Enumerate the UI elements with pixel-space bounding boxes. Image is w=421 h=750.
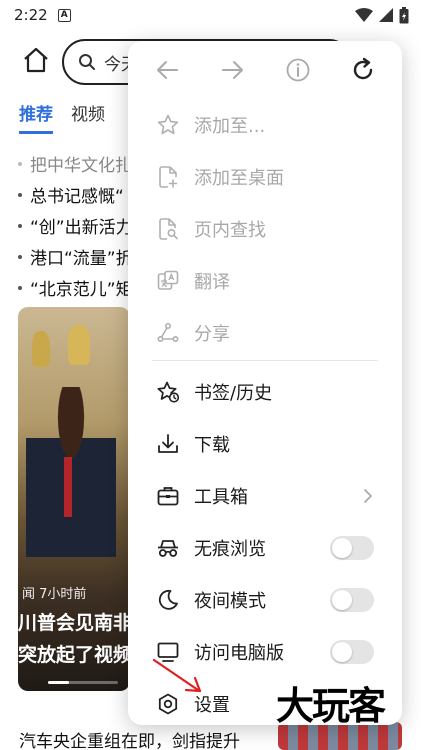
bullet-dot <box>18 285 22 290</box>
app-notification-icon: A <box>57 8 71 22</box>
menu-nav-bar <box>128 41 402 101</box>
menu-item-label: 夜间模式 <box>194 591 266 612</box>
bullet-dot <box>18 161 22 166</box>
toggle-knob <box>332 590 352 610</box>
arrow-left-icon[interactable] <box>155 57 181 83</box>
browser-menu: 添加至... 添加至桌面 页内查找 翻译 分享 书签/历史 下载 工具箱 无痕浏… <box>128 41 402 725</box>
feature-news-card[interactable]: 闻 7小时前 川普会见南非 突放起了视频 <box>18 307 130 691</box>
menu-item-label: 添加至桌面 <box>194 168 284 189</box>
news-item[interactable]: 港口“流量”折 <box>18 241 138 272</box>
menu-item-label: 下载 <box>194 435 230 456</box>
info-icon[interactable] <box>285 57 311 83</box>
toggle-knob <box>332 642 352 662</box>
menu-item-label: 分享 <box>194 324 230 345</box>
news-list: 把中华文化扎 总书记感慨“ “创”出新活力 港口“流量”折 “北京范儿”矩 <box>18 148 138 303</box>
menu-item-label: 添加至... <box>194 116 266 137</box>
news-item[interactable]: “创”出新活力 <box>18 210 138 241</box>
arrow-right-icon[interactable] <box>219 57 245 83</box>
menu-divider <box>152 360 378 361</box>
menu-item-find-in-page[interactable]: 页内查找 <box>128 203 402 255</box>
news-item-text: 港口“流量”折 <box>30 249 133 269</box>
wifi-icon <box>355 8 373 22</box>
add-to-desktop-icon <box>159 166 178 188</box>
menu-item-label: 翻译 <box>194 272 230 293</box>
news-item[interactable]: “北京范儿”矩 <box>18 272 138 303</box>
status-icons <box>355 6 409 24</box>
bullet-dot <box>18 192 22 197</box>
bullet-dot <box>18 254 22 259</box>
card-progress-fill <box>48 681 69 684</box>
card-image-detail <box>64 457 72 517</box>
translate-icon <box>157 270 179 290</box>
card-meta: 闻 7小时前 <box>22 587 87 602</box>
menu-item-incognito[interactable]: 无痕浏览 <box>128 522 402 574</box>
incognito-toggle[interactable] <box>330 536 374 560</box>
star-outline-icon <box>157 114 179 135</box>
tab-recommended[interactable]: 推荐 <box>19 100 53 134</box>
watermark-logo: 大玩客 <box>276 684 386 728</box>
feed-tabs: 推荐 视频 <box>19 100 105 134</box>
menu-item-add-to[interactable]: 添加至... <box>128 99 402 151</box>
news-item-text: “创”出新活力 <box>30 218 133 238</box>
menu-item-night-mode[interactable]: 夜间模式 <box>128 574 402 626</box>
home-icon[interactable] <box>22 46 50 74</box>
card-title: 川普会见南非 突放起了视频 <box>18 607 130 671</box>
news-item[interactable]: 总书记感慨“ <box>18 179 138 210</box>
card-title-line: 突放起了视频 <box>18 644 130 666</box>
night-mode-toggle[interactable] <box>330 588 374 612</box>
news-item[interactable]: 把中华文化扎 <box>18 148 138 179</box>
bottom-news-text[interactable]: 汽车央企重组在即，剑指提升 <box>19 727 240 750</box>
incognito-icon <box>158 540 178 557</box>
menu-item-label: 无痕浏览 <box>194 539 266 560</box>
chevron-right-icon <box>364 489 372 503</box>
news-item-text: 把中华文化扎 <box>30 156 132 176</box>
cell-signal-icon <box>379 8 393 22</box>
menu-item-label: 书签/历史 <box>194 383 273 404</box>
menu-item-bookmarks-history[interactable]: 书签/历史 <box>128 366 402 418</box>
status-time: 2:22 <box>14 6 48 24</box>
menu-item-downloads[interactable]: 下载 <box>128 418 402 470</box>
card-progress-bar <box>48 681 118 684</box>
status-bar: 2:22 A <box>0 0 421 30</box>
find-in-page-icon <box>159 218 178 240</box>
search-icon <box>79 54 95 70</box>
menu-item-add-to-desktop[interactable]: 添加至桌面 <box>128 151 402 203</box>
card-title-line: 川普会见南非 <box>18 612 130 634</box>
moon-icon <box>158 589 178 610</box>
card-image-detail <box>68 325 90 365</box>
bookmark-history-icon <box>157 381 180 403</box>
bullet-dot <box>18 223 22 228</box>
battery-icon <box>399 6 409 23</box>
download-icon <box>158 434 178 453</box>
news-item-text: “北京范儿”矩 <box>30 280 133 300</box>
menu-item-translate[interactable]: 翻译 <box>128 255 402 307</box>
toolbox-icon <box>157 487 179 506</box>
desktop-site-toggle[interactable] <box>330 640 374 664</box>
news-item-text: 总书记感慨“ <box>30 187 124 207</box>
tab-video[interactable]: 视频 <box>71 100 105 134</box>
menu-item-label: 工具箱 <box>194 487 248 508</box>
share-icon <box>157 322 179 343</box>
toggle-knob <box>332 538 352 558</box>
menu-item-share[interactable]: 分享 <box>128 307 402 359</box>
annotation-arrow-icon <box>152 658 202 693</box>
menu-item-toolbox[interactable]: 工具箱 <box>128 470 402 522</box>
card-image-detail <box>32 331 50 367</box>
menu-item-label: 页内查找 <box>194 220 266 241</box>
refresh-icon[interactable] <box>350 57 376 83</box>
